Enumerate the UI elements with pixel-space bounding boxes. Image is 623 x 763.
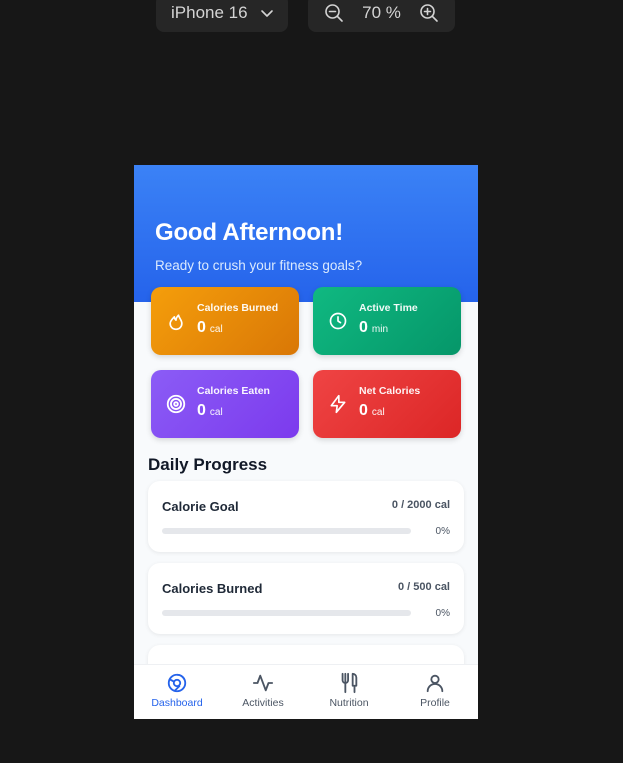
stat-card-net-calories[interactable]: Net Calories 0 cal xyxy=(313,370,461,438)
nav-label: Nutrition xyxy=(329,697,369,709)
bottom-nav: Dashboard Activities Nutrition Profile xyxy=(134,664,478,719)
stat-label: Active Time xyxy=(359,301,418,314)
stat-unit: cal xyxy=(209,323,223,335)
stat-unit: min xyxy=(371,323,389,335)
progress-percent: 0% xyxy=(435,526,450,537)
fork-knife-icon xyxy=(338,672,360,694)
greeting-title: Good Afternoon! xyxy=(155,219,344,246)
stat-value: 0 xyxy=(359,401,368,419)
stat-unit: cal xyxy=(371,406,385,418)
zoom-level: 70 % xyxy=(362,3,401,22)
chevron-down-icon xyxy=(260,6,274,20)
progress-title: Calories Burned xyxy=(162,581,263,596)
clock-icon xyxy=(327,310,349,332)
dashboard-icon xyxy=(166,672,188,694)
nav-label: Profile xyxy=(420,697,450,709)
progress-title: Calorie Goal xyxy=(162,499,239,514)
target-icon xyxy=(165,393,187,415)
nav-label: Dashboard xyxy=(151,697,203,709)
greeting-subtitle: Ready to crush your fitness goals? xyxy=(155,258,363,273)
stat-card-active-time[interactable]: Active Time 0 min xyxy=(313,287,461,355)
zoom-out-icon[interactable] xyxy=(324,3,344,23)
progress-card-calorie-goal[interactable]: Calorie Goal 0 / 2000 cal 0% xyxy=(148,481,464,552)
progress-amount: 0 / 2000 cal xyxy=(391,499,450,511)
stat-unit: cal xyxy=(209,406,223,418)
zoom-in-icon[interactable] xyxy=(419,3,439,23)
stat-label: Calories Burned xyxy=(197,301,279,314)
stat-value: 0 xyxy=(359,318,368,336)
progress-bar xyxy=(162,528,411,534)
zoom-control: 70 % xyxy=(308,0,455,32)
stat-card-calories-eaten[interactable]: Calories Eaten 0 cal xyxy=(151,370,299,438)
phone-preview: Good Afternoon! Ready to crush your fitn… xyxy=(134,165,478,719)
activity-icon xyxy=(252,672,274,694)
progress-card-calories-burned[interactable]: Calories Burned 0 / 500 cal 0% xyxy=(148,563,464,634)
device-select-label: iPhone 16 xyxy=(171,3,248,22)
device-select[interactable]: iPhone 16 xyxy=(156,0,288,32)
user-icon xyxy=(424,672,446,694)
flame-icon xyxy=(165,310,187,332)
stat-label: Net Calories xyxy=(359,384,421,397)
nav-label: Activities xyxy=(242,697,284,709)
nav-item-profile[interactable]: Profile xyxy=(392,665,478,719)
nav-item-activities[interactable]: Activities xyxy=(220,665,306,719)
progress-amount: 0 / 500 cal xyxy=(398,581,450,593)
stat-value: 0 xyxy=(197,318,206,336)
section-title-daily-progress: Daily Progress xyxy=(148,455,268,474)
progress-bar xyxy=(162,610,411,616)
stat-value: 0 xyxy=(197,401,206,419)
stat-label: Calories Eaten xyxy=(197,384,270,397)
nav-item-dashboard[interactable]: Dashboard xyxy=(134,665,220,719)
progress-percent: 0% xyxy=(435,608,450,619)
nav-item-nutrition[interactable]: Nutrition xyxy=(306,665,392,719)
hero-header: Good Afternoon! Ready to crush your fitn… xyxy=(134,165,478,302)
stat-card-calories-burned[interactable]: Calories Burned 0 cal xyxy=(151,287,299,355)
lightning-icon xyxy=(327,393,349,415)
